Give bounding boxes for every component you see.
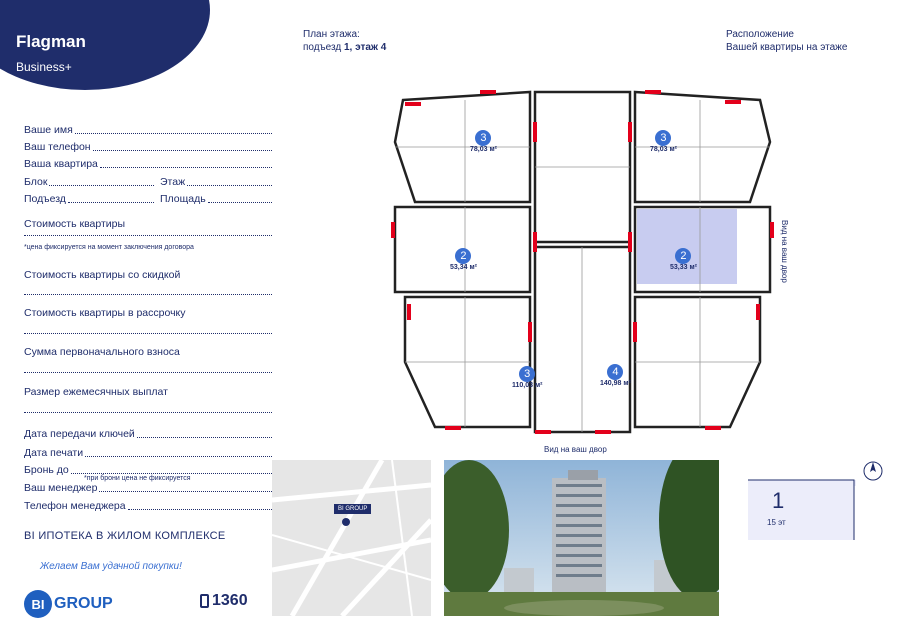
price-field[interactable]: Стоимость квартиры [24, 218, 272, 230]
floor-field[interactable]: Этаж [160, 176, 272, 188]
unit-badge[interactable]: 3 78,03 м² [650, 130, 677, 153]
unit-rooms: 2 [675, 248, 692, 264]
phone-field[interactable]: Ваш телефон [24, 141, 272, 153]
mortgage-banner: BI ИПОТЕКА В ЖИЛОМ КОМПЛЕКСЕ [24, 530, 226, 542]
block-label: Блок [24, 176, 48, 188]
location-heading-title: Расположение [726, 29, 794, 40]
name-label: Ваше имя [24, 124, 73, 136]
unit-badge[interactable]: 2 53,34 м² [450, 248, 477, 271]
price-note: *цена фиксируется на момент заключения д… [24, 244, 194, 251]
down-payment-field[interactable]: Сумма первоначального взноса [24, 346, 272, 358]
bi-group-logo: BI GROUP [24, 590, 113, 618]
keys-date-label: Дата передачи ключей [24, 428, 135, 440]
name-field[interactable]: Ваше имя [24, 124, 272, 136]
unit-area: 110,03 м² [512, 382, 543, 389]
location-heading: Расположение Вашей квартиры на этаже [726, 28, 847, 54]
entrance-label: Подъезд [24, 193, 66, 205]
floor-number: 1 [772, 488, 785, 513]
compass-icon [863, 461, 883, 481]
phone-icon [200, 594, 209, 608]
plan-heading: План этажа: подъезд 1, этаж 4 [303, 28, 386, 54]
unit-area: 53,33 м² [670, 264, 697, 271]
discount-price-field[interactable]: Стоимость квартиры со скидкой [24, 269, 272, 281]
area-label: Площадь [160, 193, 206, 205]
installment-price-field[interactable]: Стоимость квартиры в рассрочку [24, 307, 272, 319]
unit-rooms: 4 [607, 364, 624, 380]
unit-rooms: 3 [655, 130, 672, 146]
floor-total: 15 эт [767, 518, 786, 527]
view-label-right: Вид на ваш двор [780, 220, 789, 283]
unit-badge[interactable]: 3 78,03 м² [470, 130, 497, 153]
manager-field[interactable]: Ваш менеджер [24, 482, 272, 494]
apartment-field[interactable]: Ваша квартира [24, 158, 272, 170]
map-roads [272, 460, 431, 616]
down-payment-label: Сумма первоначального взноса [24, 346, 180, 358]
unit-area: 78,03 м² [650, 146, 677, 153]
short-number[interactable]: 1360 [200, 592, 248, 610]
render-image [444, 460, 719, 616]
booking-label: Бронь до [24, 464, 69, 476]
keys-date-field[interactable]: Дата передачи ключей [24, 428, 272, 440]
booking-note: *при брони цена не фиксируется [84, 475, 191, 482]
brand-subtitle: Business+ [16, 60, 72, 74]
unit-rooms: 2 [455, 248, 472, 264]
print-date-field[interactable]: Дата печати [24, 447, 272, 459]
unit-badge-selected[interactable]: 2 53,33 м² [670, 248, 697, 271]
map-marker[interactable]: BI GROUP [334, 504, 372, 514]
location-heading-sub: Вашей квартиры на этаже [726, 42, 848, 53]
monthly-payment-label: Размер ежемесячных выплат [24, 386, 168, 398]
phone-label: Ваш телефон [24, 141, 91, 153]
apartment-label: Ваша квартира [24, 158, 98, 170]
unit-badge[interactable]: 4 140,98 м² [600, 364, 631, 387]
unit-area: 53,34 м² [450, 264, 477, 271]
unit-rooms: 3 [475, 130, 492, 146]
area-field[interactable]: Площадь [160, 193, 272, 205]
building-render [444, 460, 719, 616]
floor-plan [391, 90, 774, 434]
installment-price-label: Стоимость квартиры в рассрочку [24, 307, 186, 319]
manager-label: Ваш менеджер [24, 482, 98, 494]
floor-label: Этаж [160, 176, 186, 188]
view-label-bottom: Вид на ваш двор [544, 445, 607, 454]
bi-logo-mark: BI [24, 590, 52, 618]
unit-area: 78,03 м² [470, 146, 497, 153]
building-floor-indicator [748, 479, 856, 540]
price-label: Стоимость квартиры [24, 218, 126, 230]
brand-title: Flagman [16, 32, 86, 51]
print-date-label: Дата печати [24, 447, 84, 459]
short-number-value: 1360 [212, 592, 248, 609]
discount-price-label: Стоимость квартиры со скидкой [24, 269, 181, 281]
manager-phone-field[interactable]: Телефон менеджера [24, 500, 272, 512]
plan-heading-title: План этажа: [303, 29, 360, 40]
plan-heading-detail: подъезд 1, этаж 4 [303, 41, 386, 54]
plan-heading-prefix: подъезд [303, 42, 344, 53]
unit-rooms: 3 [519, 366, 536, 382]
location-map[interactable]: BI GROUP [272, 460, 431, 616]
manager-phone-label: Телефон менеджера [24, 500, 126, 512]
unit-area: 140,98 м² [600, 380, 631, 387]
monthly-payment-field[interactable]: Размер ежемесячных выплат [24, 386, 272, 398]
bi-logo-text: GROUP [54, 595, 113, 612]
map-pin-icon [342, 518, 350, 526]
block-field[interactable]: Блок [24, 176, 154, 188]
entrance-field[interactable]: Подъезд [24, 193, 154, 205]
plan-heading-value: 1, этаж 4 [343, 42, 387, 53]
unit-badge[interactable]: 3 110,03 м² [512, 366, 542, 389]
wish-text: Желаем Вам удачной покупки! [40, 561, 182, 572]
